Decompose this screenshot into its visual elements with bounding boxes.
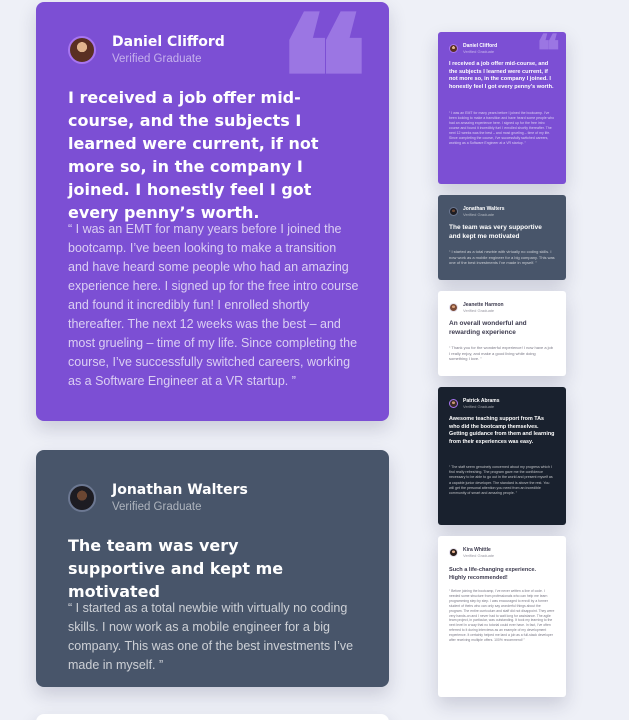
avatar <box>449 548 458 557</box>
avatar <box>449 399 458 408</box>
author-status: Verified Graduate <box>463 553 495 558</box>
testimonial-body: “ I was an EMT for many years before I j… <box>68 222 359 388</box>
author-status: Verified Graduate <box>463 308 495 313</box>
avatar <box>449 44 458 53</box>
testimonial-body: “ The staff seem genuinely concerned abo… <box>449 465 553 496</box>
preview-card-jonathan: Jonathan Walters Verified Graduate The t… <box>438 195 566 280</box>
testimonial-title: Awesome teaching support from TAs who di… <box>449 416 555 445</box>
testimonial-body: “ I started as a total newbie with virtu… <box>449 249 555 266</box>
preview-card-kira: Kira Whittle Verified Graduate Such a li… <box>438 536 566 697</box>
testimonial-title: Such a life-changing experience. Highly … <box>449 567 537 581</box>
author-status: Verified Graduate <box>463 49 495 54</box>
preview-card-jeanette: Jeanette Harmon Verified Graduate An ove… <box>438 291 566 376</box>
preview-card-daniel: ❝ Daniel Clifford Verified Graduate I re… <box>438 32 566 184</box>
testimonial-body: “ Before joining the bootcamp, I’ve neve… <box>449 589 555 643</box>
author-status: Verified Graduate <box>112 501 202 513</box>
testimonial-body: “ I was an EMT for many years before I j… <box>449 111 555 145</box>
preview-card-patrick: Patrick Abrams Verified Graduate Awesome… <box>438 387 566 525</box>
avatar <box>449 303 458 312</box>
testimonial-title: I received a job offer mid-course, and t… <box>449 61 554 90</box>
author-name: Jonathan Walters <box>112 482 248 498</box>
testimonial-card-partial <box>36 714 389 720</box>
avatar <box>68 35 96 64</box>
testimonial-title: The team was very supportive and kept me… <box>449 224 542 240</box>
testimonial-card-daniel: ❝ Daniel Clifford Verified Graduate I re… <box>36 2 389 421</box>
testimonial-title: The team was very supportive and kept me… <box>68 536 284 601</box>
avatar <box>68 483 96 512</box>
testimonial-title: An overall wonderful and rewarding exper… <box>449 320 527 336</box>
author-status: Verified Graduate <box>112 53 202 65</box>
testimonial-body: “ Thank you for the wonderful experience… <box>449 345 553 362</box>
testimonial-card-jonathan: Jonathan Walters Verified Graduate The t… <box>36 450 389 687</box>
testimonial-body: “ I started as a total newbie with virtu… <box>68 601 354 672</box>
author-name: Daniel Clifford <box>112 34 225 50</box>
avatar <box>449 207 458 216</box>
author-status: Verified Graduate <box>463 404 495 409</box>
author-status: Verified Graduate <box>463 212 495 217</box>
testimonial-title: I received a job offer mid-course, and t… <box>68 88 319 222</box>
